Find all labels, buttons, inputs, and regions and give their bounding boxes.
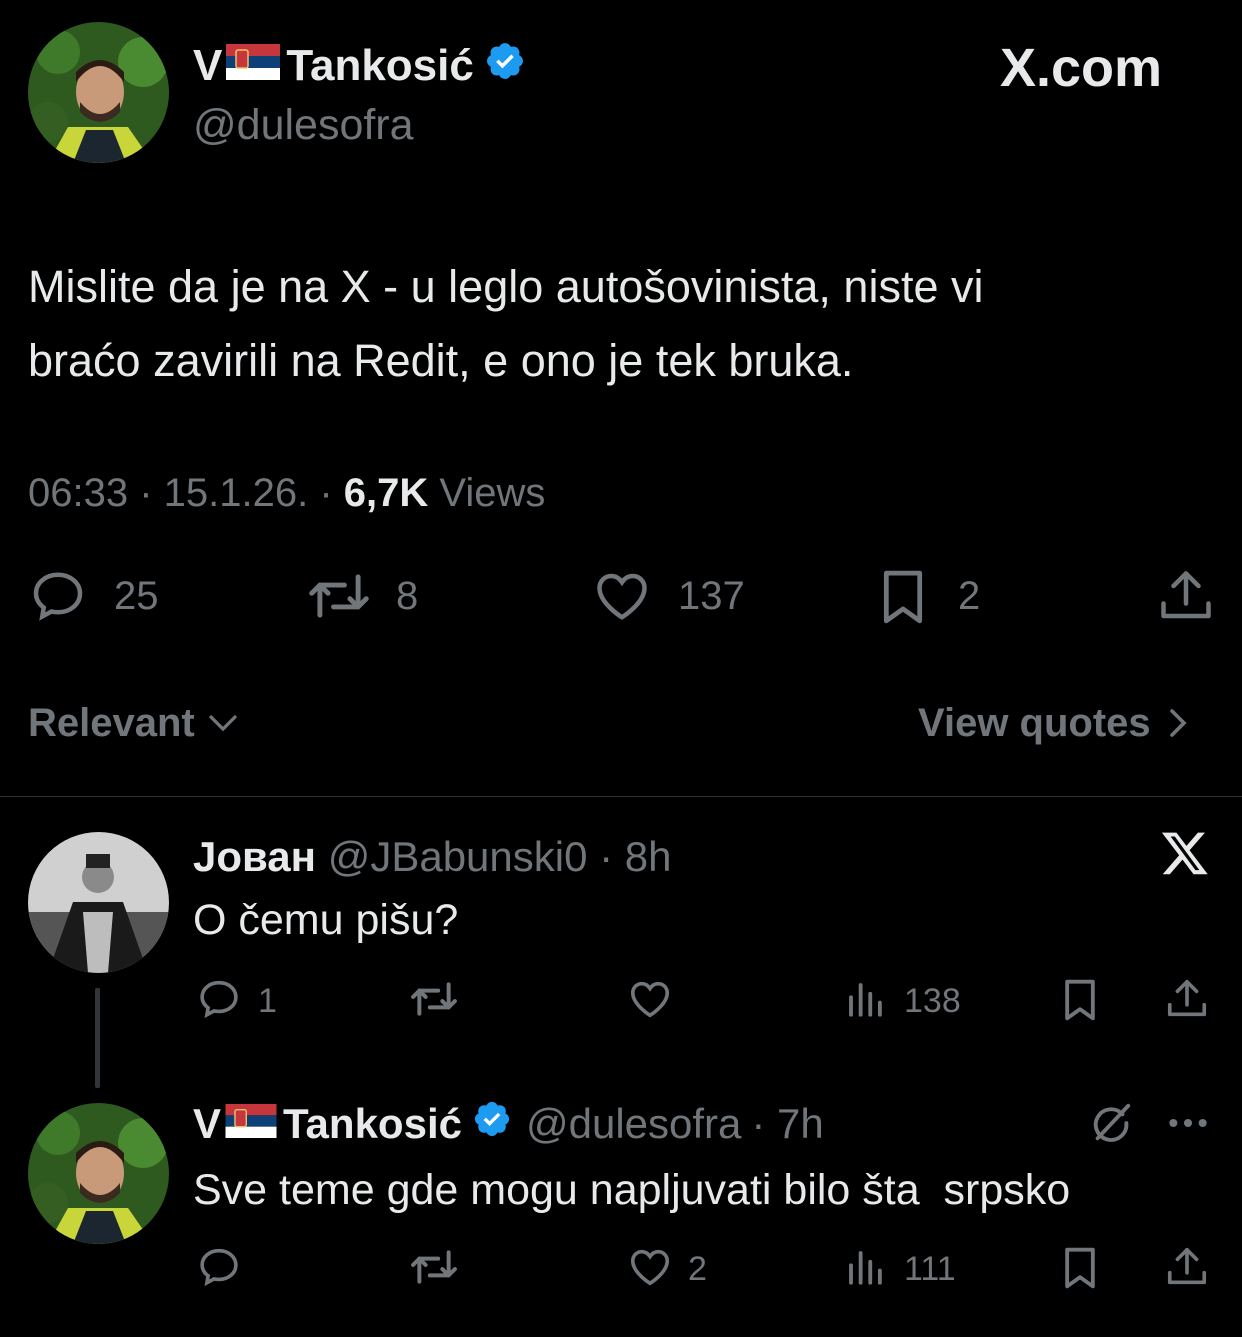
like-icon[interactable] bbox=[626, 1244, 674, 1290]
reply-count: 25 bbox=[114, 574, 159, 618]
more-icon[interactable] bbox=[1166, 1108, 1210, 1138]
repost-count: 8 bbox=[396, 574, 419, 618]
tweet-text-line-2: braćo zavirili na Redit, e ono je tek br… bbox=[28, 335, 854, 386]
views-label: Views bbox=[428, 471, 546, 515]
chevron-down-icon bbox=[205, 705, 241, 741]
brand-label: X.com bbox=[1000, 38, 1163, 98]
reply-author-handle[interactable]: @dulesofra bbox=[526, 1100, 741, 1148]
tweet-text: Mislite da je na X - u leglo autošovinis… bbox=[28, 250, 983, 398]
reply-time[interactable]: · 7h bbox=[751, 1100, 823, 1148]
reply-text: O čemu pišu? bbox=[193, 896, 459, 944]
sort-label: Relevant bbox=[28, 700, 195, 745]
reply-text: Sve teme gde mogu napljuvati bilo šta sr… bbox=[193, 1166, 1071, 1214]
author-handle[interactable]: @dulesofra bbox=[193, 100, 414, 150]
reply-icon[interactable] bbox=[196, 1244, 242, 1290]
views-icon[interactable] bbox=[844, 978, 886, 1020]
like-icon[interactable] bbox=[592, 566, 652, 626]
tweet-meta: 06:33 · 15.1.26. · 6,7K Views bbox=[28, 468, 545, 518]
reply-icon[interactable] bbox=[196, 976, 242, 1022]
serbia-flag-icon bbox=[225, 1100, 277, 1148]
serbia-flag-icon bbox=[226, 41, 281, 91]
chevron-right-icon bbox=[1165, 705, 1191, 741]
reply-author-name-prefix[interactable]: V bbox=[193, 1100, 221, 1148]
views-count: 111 bbox=[904, 1250, 956, 1288]
grok-icon[interactable] bbox=[1088, 1100, 1134, 1146]
share-icon[interactable] bbox=[1164, 976, 1210, 1022]
reply-avatar[interactable] bbox=[28, 832, 169, 973]
thread-line bbox=[95, 988, 100, 1088]
author-name[interactable]: Tankosić bbox=[286, 41, 473, 91]
like-count: 137 bbox=[678, 574, 745, 618]
divider bbox=[0, 796, 1242, 797]
bookmark-count: 2 bbox=[958, 574, 981, 618]
sort-dropdown[interactable]: Relevant bbox=[28, 700, 241, 746]
bookmark-icon[interactable] bbox=[874, 566, 932, 628]
reply-avatar[interactable] bbox=[28, 1103, 169, 1244]
bookmark-icon[interactable] bbox=[1058, 1244, 1102, 1292]
repost-icon[interactable] bbox=[408, 1244, 460, 1290]
reply-author-name[interactable]: Tankosić bbox=[283, 1100, 462, 1148]
verified-icon bbox=[472, 1099, 512, 1149]
x-logo-icon bbox=[1160, 828, 1210, 878]
author-avatar[interactable] bbox=[28, 22, 169, 163]
like-count: 2 bbox=[688, 1250, 707, 1288]
author-name-prefix[interactable]: V bbox=[193, 41, 222, 91]
repost-icon[interactable] bbox=[408, 976, 460, 1022]
reply-time[interactable]: · 8h bbox=[599, 833, 671, 880]
bookmark-icon[interactable] bbox=[1058, 976, 1102, 1024]
view-quotes-label: View quotes bbox=[918, 700, 1151, 745]
share-icon[interactable] bbox=[1156, 566, 1216, 626]
verified-icon bbox=[484, 40, 526, 93]
repost-icon[interactable] bbox=[306, 566, 372, 626]
like-icon[interactable] bbox=[626, 976, 674, 1022]
reply-icon[interactable] bbox=[28, 566, 88, 626]
views-count: 6,7K bbox=[343, 471, 429, 515]
views-count: 138 bbox=[904, 982, 961, 1020]
share-icon[interactable] bbox=[1164, 1244, 1210, 1290]
tweet-timestamp[interactable]: 06:33 · 15.1.26. · bbox=[28, 471, 344, 515]
tweet-text-line-1: Mislite da je na X - u leglo autošovinis… bbox=[28, 261, 984, 312]
views-icon[interactable] bbox=[844, 1246, 886, 1288]
reply-author-handle[interactable]: @JBabunski0 bbox=[328, 833, 588, 880]
reply-count: 1 bbox=[258, 982, 277, 1020]
reply-author-name[interactable]: Јован bbox=[193, 833, 316, 880]
view-quotes-link[interactable]: View quotes bbox=[918, 700, 1191, 746]
